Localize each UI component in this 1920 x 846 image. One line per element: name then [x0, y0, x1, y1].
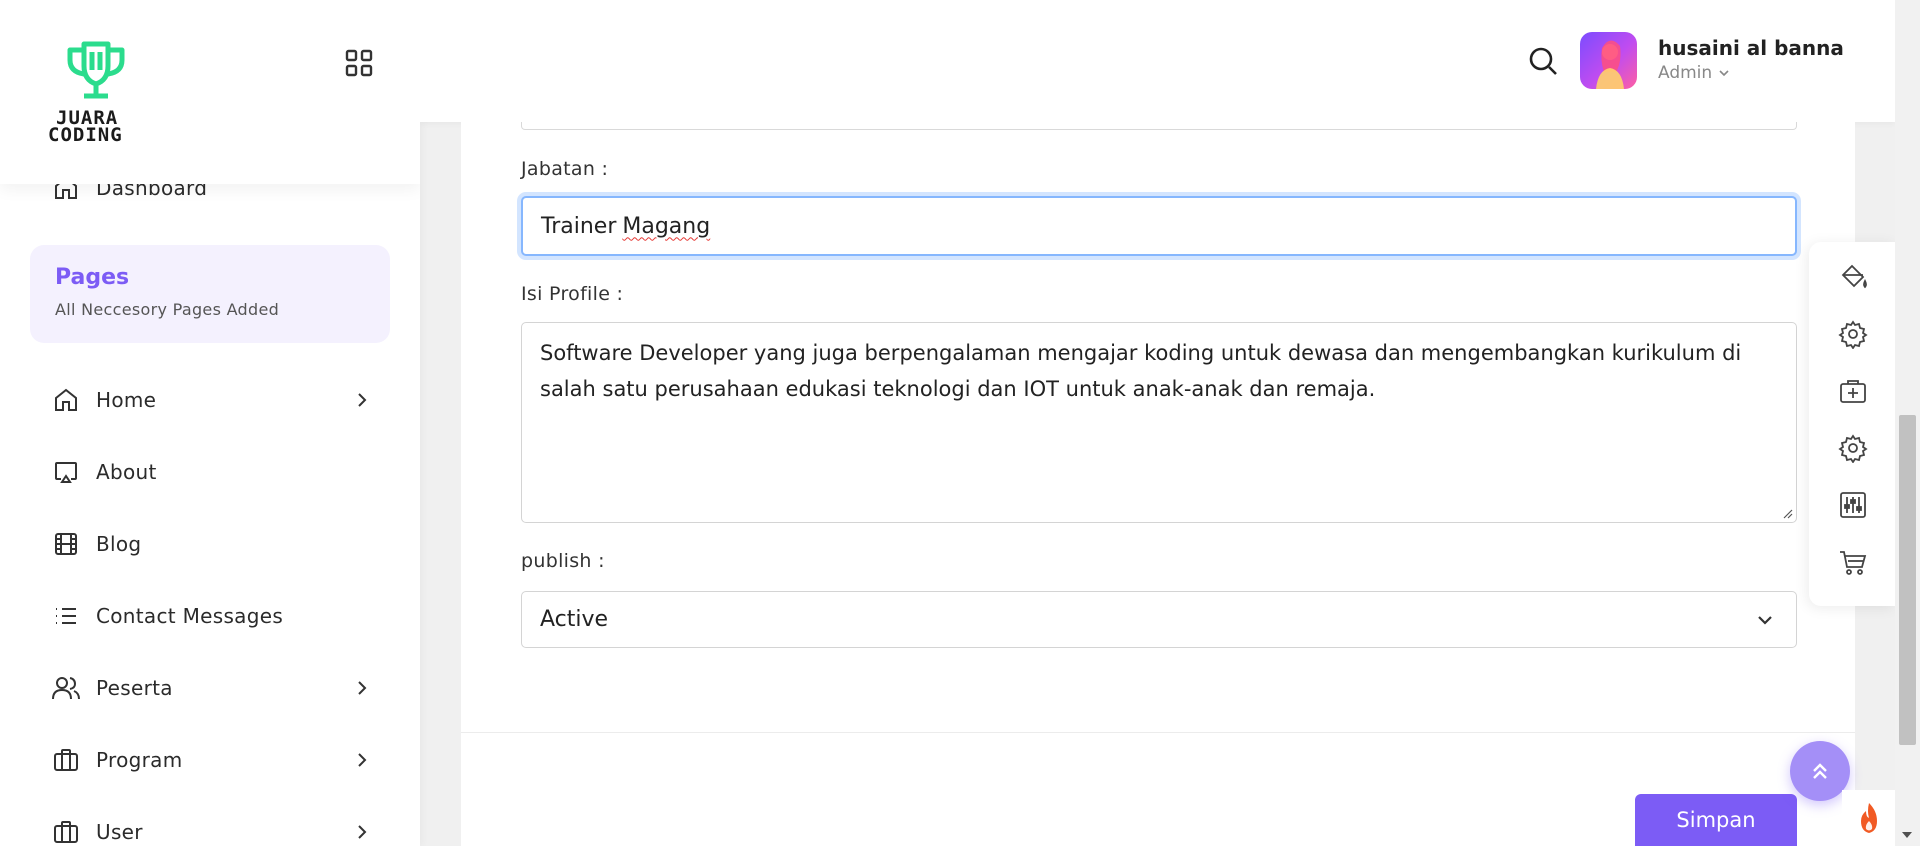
- medical-kit-icon[interactable]: [1838, 376, 1868, 406]
- pages-section-title: Pages: [55, 265, 130, 290]
- flame-icon[interactable]: [1842, 790, 1895, 846]
- scrollbar-thumb[interactable]: [1899, 415, 1916, 745]
- sidebar-header: JUARA CODING: [0, 0, 420, 184]
- avatar[interactable]: [1580, 32, 1637, 89]
- sidebar-item-label: About: [96, 460, 157, 484]
- form-divider: [461, 732, 1855, 733]
- pages-section-subtitle: All Neccesory Pages Added: [55, 300, 280, 319]
- page-scrollbar[interactable]: [1895, 0, 1920, 846]
- cast-icon: [52, 458, 80, 486]
- list-icon: [52, 602, 80, 630]
- previous-input-field[interactable]: [521, 122, 1797, 130]
- save-button[interactable]: Simpan: [1635, 794, 1797, 846]
- chevron-right-icon: [352, 822, 372, 842]
- isi-profile-textarea[interactable]: Software Developer yang juga berpengalam…: [521, 322, 1797, 523]
- jabatan-input[interactable]: Trainer Magang: [521, 196, 1797, 256]
- sidebar-item-peserta[interactable]: Peserta: [52, 668, 372, 708]
- sidebar-item-label: Contact Messages: [96, 604, 284, 628]
- gear-icon[interactable]: [1838, 433, 1868, 464]
- sidebar: JUARA CODING Dashboard Pages All Necceso…: [0, 0, 420, 846]
- user-name: husaini al banna: [1658, 36, 1844, 60]
- sidebar-item-blog[interactable]: Blog: [52, 524, 372, 564]
- double-chevron-up-icon: [1813, 763, 1827, 779]
- briefcase-icon: [52, 818, 80, 846]
- jabatan-value-word1: Trainer: [541, 213, 617, 239]
- sidebar-item-program[interactable]: Program: [52, 740, 372, 780]
- publish-label: publish :: [521, 550, 605, 572]
- jabatan-label: Jabatan :: [521, 158, 609, 180]
- isi-profile-label: Isi Profile :: [521, 283, 624, 305]
- chevron-right-icon: [352, 678, 372, 698]
- chevron-down-icon: [1758, 616, 1772, 625]
- search-icon[interactable]: [1528, 46, 1560, 78]
- sidebar-item-user[interactable]: User: [52, 812, 372, 846]
- user-role-label: Admin: [1658, 63, 1713, 83]
- chevron-down-icon: [1719, 70, 1729, 77]
- briefcase-icon: [52, 746, 80, 774]
- film-icon: [52, 530, 80, 558]
- sidebar-item-label: Home: [96, 388, 157, 412]
- brand-wordmark: JUARA CODING: [48, 109, 123, 146]
- publish-select[interactable]: Active: [521, 591, 1797, 648]
- sliders-icon[interactable]: [1838, 490, 1868, 520]
- floating-toolbar: [1809, 242, 1895, 606]
- brand-line-2: CODING: [48, 124, 123, 146]
- chevron-right-icon: [352, 750, 372, 770]
- user-role-dropdown[interactable]: Admin: [1658, 63, 1730, 83]
- gear-icon[interactable]: [1838, 319, 1868, 350]
- users-icon: [52, 674, 80, 702]
- home-icon: [52, 386, 80, 414]
- paint-bucket-icon[interactable]: [1838, 262, 1868, 292]
- top-header: husaini al banna Admin: [420, 0, 1895, 122]
- scroll-to-top-button[interactable]: [1790, 741, 1850, 801]
- publish-selected-value: Active: [540, 607, 609, 632]
- sidebar-item-label: Program: [96, 748, 183, 772]
- cart-icon[interactable]: [1838, 547, 1868, 577]
- sidebar-item-label: User: [96, 820, 143, 844]
- sidebar-item-contact-messages[interactable]: Contact Messages: [52, 596, 372, 636]
- profile-form-card: Jabatan : Trainer Magang Isi Profile : S…: [461, 122, 1855, 846]
- resize-handle-icon[interactable]: [1781, 507, 1793, 519]
- scroll-down-arrow-icon[interactable]: [1902, 832, 1912, 838]
- chevron-right-icon: [352, 390, 372, 410]
- sidebar-item-label: Peserta: [96, 676, 173, 700]
- grid-menu-icon[interactable]: [344, 48, 374, 78]
- isi-profile-value: Software Developer yang juga berpengalam…: [540, 341, 1742, 401]
- pages-section-card: Pages All Neccesory Pages Added: [30, 245, 390, 343]
- sidebar-item-about[interactable]: About: [52, 452, 372, 492]
- sidebar-item-home[interactable]: Home: [52, 380, 372, 420]
- jabatan-value-word2: Magang: [622, 213, 711, 239]
- sidebar-item-label: Blog: [96, 532, 142, 556]
- trophy-logo-icon: [67, 41, 125, 99]
